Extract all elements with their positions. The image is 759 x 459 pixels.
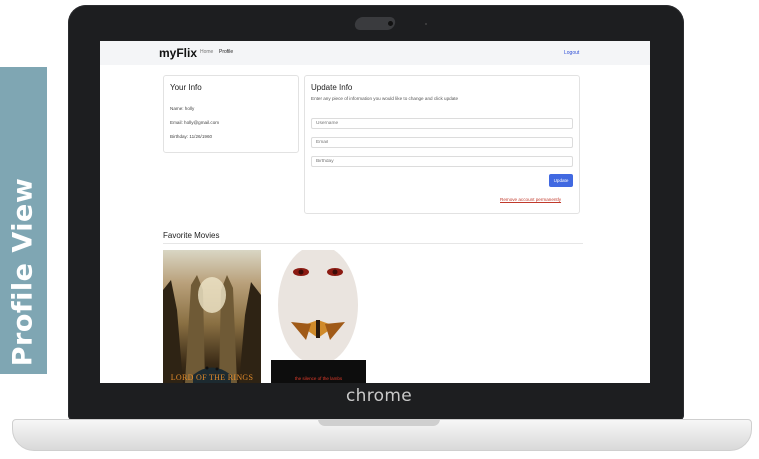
nav-brand[interactable]: myFlix (159, 46, 197, 60)
camera-lens-icon (388, 21, 393, 26)
info-email: Email: holly@gmail.com (170, 120, 220, 125)
update-button[interactable]: Update (549, 174, 573, 187)
movie-credits (271, 371, 366, 374)
divider (163, 243, 583, 244)
info-birthday: Birthday: 11/26/1960 (170, 134, 213, 139)
your-info-card: Your Info Name: holly Email: holly@gmail… (163, 75, 299, 153)
screen: myFlix Home Profile Logout Your Info Nam… (100, 41, 650, 383)
movie-title-lotr: LORD OF THE RINGS (170, 373, 254, 382)
nav-link-home[interactable]: Home (200, 49, 213, 55)
favorite-movies-title: Favorite Movies (163, 231, 220, 240)
info-name: Name: holly (170, 106, 195, 111)
device-brand: chrome (346, 386, 412, 406)
nav-link-profile[interactable]: Profile (219, 49, 233, 55)
movie-poster-lotr[interactable]: LORD OF THE RINGS (163, 250, 261, 383)
remove-account-link[interactable]: Remove account permanently (500, 197, 561, 202)
update-info-card: Update Info Enter any piece of informati… (304, 75, 580, 214)
logout-link[interactable]: Logout (564, 50, 579, 56)
movie-poster-silence-of-the-lambs[interactable]: the silence of the lambs (271, 250, 366, 383)
laptop-base-notch (318, 419, 440, 426)
movie-title-lambs: the silence of the lambs (294, 376, 343, 381)
your-info-title: Your Info (170, 83, 202, 92)
sensor-icon (425, 23, 427, 25)
update-info-description: Enter any piece of information you would… (311, 96, 459, 101)
navbar: myFlix Home Profile Logout (100, 41, 650, 65)
birthday-input[interactable] (311, 156, 573, 167)
update-info-title: Update Info (311, 83, 353, 92)
email-input[interactable] (311, 137, 573, 148)
side-banner-text: Profile View (7, 177, 39, 367)
username-input[interactable] (311, 118, 573, 129)
lambs-artwork (271, 250, 366, 383)
lotr-artwork (163, 275, 261, 383)
